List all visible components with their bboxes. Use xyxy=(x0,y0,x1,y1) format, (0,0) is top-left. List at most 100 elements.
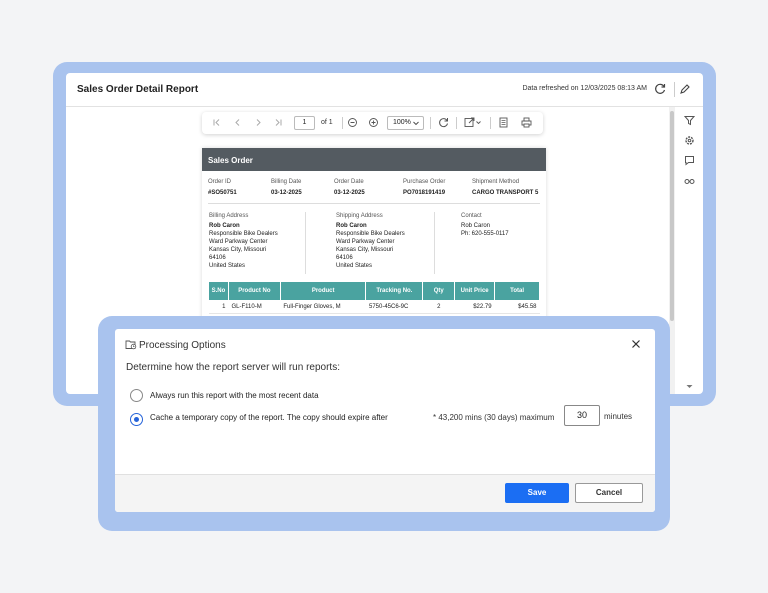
right-sidebar xyxy=(675,107,703,394)
address-name: Rob Caron xyxy=(209,223,240,229)
address-line: Ward Parkway Center xyxy=(336,239,395,245)
meta-value: CARGO TRANSPORT 5 xyxy=(472,190,539,196)
toolbar-divider xyxy=(490,117,491,129)
radio-always-run[interactable] xyxy=(130,389,143,402)
table-cell: $22.79 xyxy=(454,300,495,314)
export-icon[interactable] xyxy=(464,117,482,128)
address-divider xyxy=(305,212,306,274)
window-header: Sales Order Detail Report Data refreshed… xyxy=(66,73,703,107)
zoom-in-icon[interactable] xyxy=(368,117,379,128)
address-divider xyxy=(434,212,435,274)
column-header: Total xyxy=(494,281,540,301)
column-header: Product No xyxy=(227,281,281,301)
toolbar-divider xyxy=(342,117,343,129)
address-line: Kansas City, Missouri xyxy=(209,247,267,253)
zoom-select[interactable]: 100% xyxy=(387,116,424,130)
contact-phone: Ph: 620-555-0117 xyxy=(461,231,509,237)
meta-value: 03-12-2025 xyxy=(334,190,365,196)
option-always-run-label[interactable]: Always run this report with the most rec… xyxy=(150,391,319,400)
last-page-icon[interactable] xyxy=(273,117,284,128)
header-divider xyxy=(674,82,675,97)
column-header: Unit Price xyxy=(454,281,496,301)
close-icon[interactable] xyxy=(631,339,641,349)
window-title: Sales Order Detail Report xyxy=(77,84,199,95)
expire-minutes-input[interactable]: 30 xyxy=(564,405,600,426)
dialog-footer: Save Cancel xyxy=(115,474,655,512)
processing-options-dialog: Processing Options Determine how the rep… xyxy=(115,329,655,512)
data-refreshed-text: Data refreshed on 12/03/2025 08:13 AM xyxy=(522,85,647,92)
print-icon[interactable] xyxy=(521,117,532,128)
page-setup-icon[interactable] xyxy=(498,117,509,128)
address-line: 64106 xyxy=(209,255,226,261)
previous-page-icon[interactable] xyxy=(232,117,243,128)
meta-label: Order ID xyxy=(208,179,232,185)
folder-clock-icon xyxy=(125,340,137,350)
meta-billing-date: Billing Date 03-12-2025 xyxy=(271,179,302,196)
comment-icon[interactable] xyxy=(684,155,695,166)
toolbar-divider xyxy=(456,117,457,129)
meta-label: Billing Date xyxy=(271,179,302,185)
option-cache-copy-label[interactable]: Cache a temporary copy of the report. Th… xyxy=(150,413,388,422)
address-line: Responsible Bike Dealers xyxy=(336,231,405,237)
next-page-icon[interactable] xyxy=(253,117,264,128)
radio-cache-copy[interactable] xyxy=(130,413,143,426)
order-items-table: S.No Product No Product Tracking No. Qty… xyxy=(208,281,540,314)
glasses-icon[interactable] xyxy=(684,175,695,186)
table-cell: 5750-45C6-9C xyxy=(365,300,423,314)
section-divider xyxy=(208,203,540,204)
address-line: Kansas City, Missouri xyxy=(336,247,394,253)
meta-label: Order Date xyxy=(334,179,364,185)
contact-name: Rob Caron xyxy=(461,223,491,229)
report-banner: Sales Order xyxy=(202,148,546,171)
contact-info: Contact Rob Caron Ph: 620-555-0117 xyxy=(461,212,509,238)
table-cell: GL-F110-M xyxy=(228,300,281,314)
meta-value: #SO50751 xyxy=(208,190,237,196)
gear-icon[interactable] xyxy=(684,135,695,146)
meta-order-id: Order ID #SO50751 xyxy=(208,179,237,196)
viewer-toolbar: 1 of 1 100% xyxy=(202,112,543,134)
address-line: Responsible Bike Dealers xyxy=(209,231,278,237)
filter-icon[interactable] xyxy=(684,115,695,126)
cancel-button[interactable]: Cancel xyxy=(575,483,643,503)
page-count-label: of 1 xyxy=(321,119,333,126)
contact-label: Contact xyxy=(461,213,482,219)
address-line: 64106 xyxy=(336,255,353,261)
address-line: Ward Parkway Center xyxy=(209,239,268,245)
refresh-icon[interactable] xyxy=(654,83,666,95)
column-header: Qty xyxy=(422,281,456,301)
dialog-description: Determine how the report server will run… xyxy=(126,362,340,373)
zoom-out-icon[interactable] xyxy=(347,117,358,128)
meta-order-date: Order Date 03-12-2025 xyxy=(334,179,365,196)
zoom-value: 100% xyxy=(393,119,411,126)
meta-shipment-method: Shipment Method CARGO TRANSPORT 5 xyxy=(472,179,538,196)
meta-label: Purchase Order xyxy=(403,179,446,185)
edit-icon[interactable] xyxy=(679,83,691,95)
table-cell: 1 xyxy=(208,300,229,314)
dialog-title: Processing Options xyxy=(139,340,226,351)
max-duration-note: * 43,200 mins (30 days) maximum xyxy=(433,413,555,422)
billing-address: Billing Address Rob Caron Responsible Bi… xyxy=(209,212,278,270)
address-line: United States xyxy=(209,263,246,269)
table-row: 1 GL-F110-M Full-Finger Gloves, M 5750-4… xyxy=(208,300,540,314)
address-name: Rob Caron xyxy=(336,223,367,229)
chevron-down-icon xyxy=(413,121,419,126)
address-line: United States xyxy=(336,263,373,269)
scroll-down-icon[interactable] xyxy=(686,383,693,390)
column-header: Tracking No. xyxy=(365,281,424,301)
address-label: Billing Address xyxy=(209,213,249,219)
shipping-address: Shipping Address Rob Caron Responsible B… xyxy=(336,212,405,270)
save-button[interactable]: Save xyxy=(505,483,569,503)
table-cell: Full-Finger Gloves, M xyxy=(280,300,366,314)
first-page-icon[interactable] xyxy=(211,117,222,128)
scrollbar-thumb[interactable] xyxy=(670,111,674,321)
page-number-input[interactable]: 1 xyxy=(294,116,315,130)
table-header-row: S.No Product No Product Tracking No. Qty… xyxy=(208,281,540,301)
address-label: Shipping Address xyxy=(336,213,383,219)
table-cell: $45.58 xyxy=(494,300,540,314)
table-cell: 2 xyxy=(422,300,455,314)
minutes-unit-label: minutes xyxy=(604,412,633,421)
meta-value: PO7018191419 xyxy=(403,190,446,196)
meta-label: Shipment Method xyxy=(472,179,520,185)
meta-value: 03-12-2025 xyxy=(271,190,302,196)
refresh-report-icon[interactable] xyxy=(438,117,449,128)
